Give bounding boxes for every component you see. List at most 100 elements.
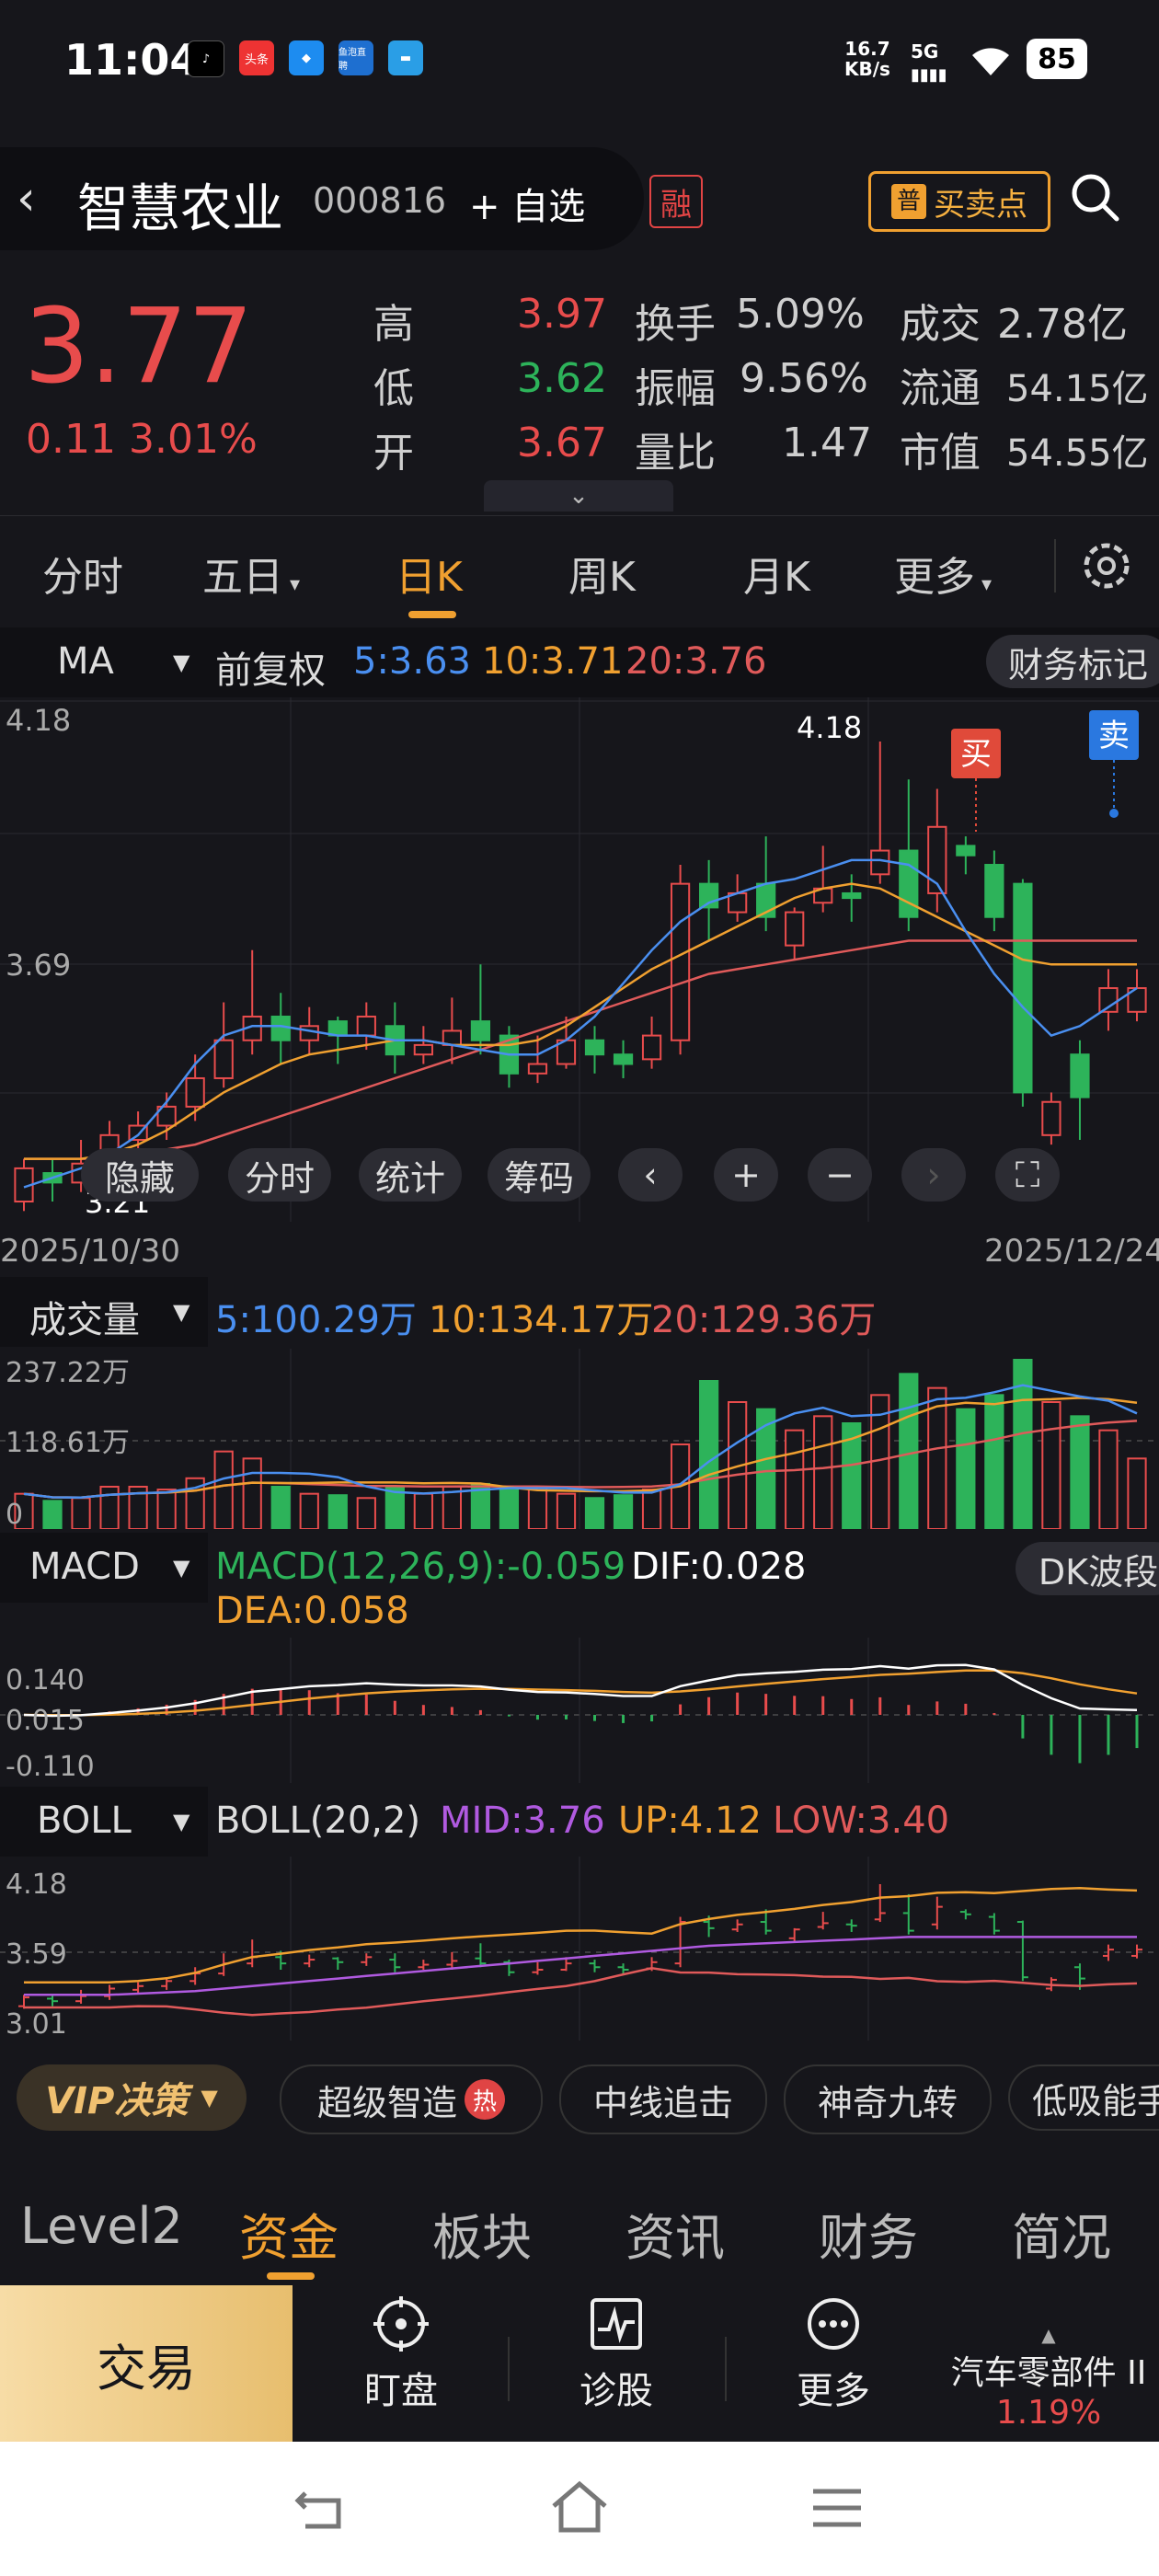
strategy-label: 超级智造 (316, 2082, 457, 2123)
prev-arrow-icon[interactable]: ‹ (618, 1148, 683, 1202)
statistics-button[interactable]: 统计 (359, 1148, 462, 1202)
finance-mark-button[interactable]: 财务标记 (986, 635, 1159, 688)
trade-button[interactable]: 交易 (0, 2285, 293, 2442)
home-nav-icon[interactable] (548, 2478, 611, 2536)
buy-sell-point-button[interactable]: 普买卖点 (868, 171, 1050, 232)
stock-header: ‹ 智慧农业 000816 + 自选 (0, 147, 644, 250)
wifi-icon (972, 48, 1009, 75)
chevron-down-icon[interactable]: ▼ (173, 1555, 189, 1581)
volume-chart[interactable]: 237.22万 118.61万 0 (0, 1349, 1159, 1529)
tab-five-day[interactable]: 五日 ▾ (202, 544, 300, 603)
next-arrow-icon[interactable]: › (901, 1148, 966, 1202)
fullscreen-icon[interactable]: ⛶ (995, 1148, 1060, 1202)
gear-icon[interactable] (1074, 534, 1139, 598)
boll-upper-line (24, 1887, 1138, 1984)
volume-bar (527, 1486, 548, 1529)
volume-ma10: 10:134.17万 (429, 1299, 654, 1341)
volume-header: 成交量 ▼ 5:100.29万 10:134.17万 20:129.36万 (0, 1277, 1159, 1347)
menu-nav-icon[interactable] (811, 2486, 863, 2532)
candle (470, 1020, 491, 1041)
tab-weekly-k[interactable]: 周K (568, 544, 636, 603)
add-watchlist-button[interactable]: + 自选 (469, 177, 585, 230)
amount-value: 2.78亿 (997, 301, 1128, 348)
candle (1070, 1053, 1090, 1098)
period-tabs: 分时 五日 ▾ 日K 周K 月K 更多 ▾ (0, 515, 1159, 625)
boll-y-bottom: 3.01 (6, 2008, 67, 2041)
search-icon[interactable] (1067, 169, 1122, 224)
low-value: 3.62 (517, 355, 607, 402)
dk-band-button[interactable]: DK波段 (1016, 1542, 1159, 1595)
chevron-down-icon[interactable]: ▼ (173, 1809, 189, 1834)
hide-button[interactable]: 隐藏 (81, 1148, 199, 1202)
tab-sector[interactable]: 板块 (432, 2197, 532, 2270)
adjust-mode[interactable]: 前复权 (215, 640, 326, 694)
candle (1041, 1100, 1061, 1136)
diagnose-button[interactable]: 诊股 (552, 2294, 681, 2414)
macd-y-top: 0.140 (6, 1664, 85, 1696)
macd-y-bottom: -0.110 (6, 1751, 95, 1783)
macd-header: MACD ▼ MACD(12,26,9):-0.059 DIF:0.028 DE… (0, 1533, 1159, 1638)
watch-monitor-button[interactable]: 盯盘 (337, 2294, 465, 2414)
intraday-button[interactable]: 分时 (228, 1148, 331, 1202)
chevron-down-icon[interactable]: ⌄ (484, 480, 673, 512)
chevron-up-icon: ▲ (1041, 2324, 1056, 2346)
margin-badge[interactable]: 融 (649, 175, 703, 228)
volume-bar (956, 1408, 976, 1529)
back-arrow-icon[interactable]: ‹ (17, 171, 36, 226)
amplitude-value: 9.56% (740, 355, 868, 402)
candle (842, 891, 862, 900)
volume-bar (641, 1489, 662, 1529)
date-start: 2025/10/30 (0, 1233, 180, 1270)
y-axis-top: 4.18 (6, 703, 71, 738)
back-nav-icon[interactable] (293, 2484, 351, 2536)
zoom-in-icon[interactable]: + (714, 1148, 778, 1202)
candle (870, 849, 890, 876)
volume-bar (213, 1450, 234, 1529)
buy-sell-label: 买卖点 (934, 186, 1027, 224)
strategy-nine-turns[interactable]: 神奇九转 (784, 2064, 992, 2134)
candle (356, 1015, 376, 1037)
macd-selector[interactable]: MACD (29, 1546, 140, 1588)
more-button[interactable]: 更多 (769, 2294, 898, 2414)
strategy-super-smart[interactable]: 超级智造热 (280, 2064, 543, 2134)
strategy-midline[interactable]: 中线追击 (559, 2064, 767, 2134)
high-value: 3.97 (517, 291, 607, 338)
volume-selector[interactable]: 成交量 (29, 1290, 140, 1343)
tab-funds[interactable]: 资金 (239, 2197, 339, 2270)
price-change: 0.11 3.01% (26, 416, 258, 463)
high-label: 高 (373, 301, 414, 348)
kline-chart[interactable]: 4.18 3.69 4.18 3.21 买 卖 (0, 697, 1159, 1222)
amount-label: 成交 (900, 301, 981, 348)
battery-indicator: 85 (1027, 39, 1087, 79)
volume-bar (499, 1489, 520, 1529)
zoom-out-icon[interactable]: − (808, 1148, 872, 1202)
candle (584, 1039, 605, 1056)
chevron-down-icon[interactable]: ▼ (173, 650, 189, 675)
tab-news[interactable]: 资讯 (625, 2197, 725, 2270)
volume-bar (71, 1497, 91, 1529)
chips-button[interactable]: 筹码 (488, 1148, 591, 1202)
tab-profile[interactable]: 简况 (1012, 2197, 1111, 2270)
tab-monthly-k[interactable]: 月K (743, 544, 810, 603)
candle (299, 1025, 319, 1041)
ma-indicator-bar: MA ▼ 前复权 5:3.63 10:3.71 20:3.76 财务标记 (0, 627, 1159, 697)
volume-bar (984, 1394, 1004, 1529)
strategy-low-buy[interactable]: 低吸能手 (1008, 2064, 1159, 2131)
tab-level2[interactable]: Level2 (20, 2197, 183, 2255)
volume-bar (156, 1489, 177, 1529)
candle (613, 1053, 634, 1065)
tab-finance[interactable]: 财务 (819, 2197, 918, 2270)
vip-decision-button[interactable]: VIP决策 ▼ (17, 2064, 247, 2131)
tab-more[interactable]: 更多 ▾ (894, 544, 992, 603)
tab-daily-k[interactable]: 日K (396, 544, 463, 603)
ma-selector[interactable]: MA (57, 640, 114, 683)
macd-dif: DIF:0.028 (631, 1546, 807, 1588)
network-speed: 16.7 KB/s (844, 38, 890, 80)
turnover-value: 5.09% (736, 291, 865, 338)
candle (413, 1043, 433, 1056)
volume-ratio-value: 1.47 (782, 420, 872, 466)
boll-selector[interactable]: BOLL (37, 1800, 132, 1842)
chevron-down-icon[interactable]: ▼ (173, 1299, 189, 1325)
sector-ticker[interactable]: ▲ 汽车零部件 II 1.19% (938, 2324, 1159, 2432)
tab-intraday[interactable]: 分时 (42, 544, 123, 603)
